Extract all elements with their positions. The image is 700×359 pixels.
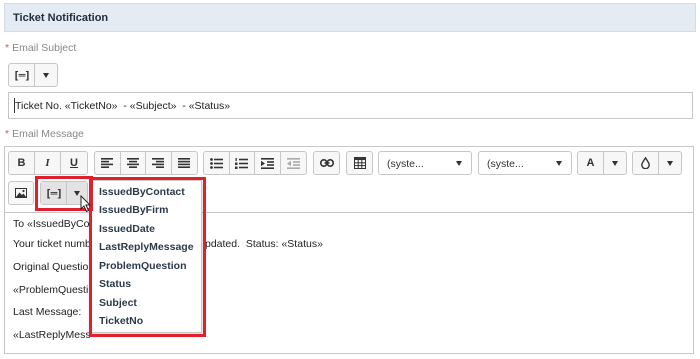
fill-color-group bbox=[632, 151, 682, 175]
align-left-icon bbox=[101, 158, 114, 168]
subject-insert-field-button[interactable]: [═] bbox=[9, 64, 35, 86]
font-family-select[interactable]: (syste... bbox=[378, 151, 472, 175]
mouse-pointer-icon bbox=[80, 195, 92, 213]
email-message-label: * Email Message bbox=[5, 128, 84, 140]
section-header: Ticket Notification bbox=[4, 3, 696, 32]
email-subject-label-text: Email Subject bbox=[12, 42, 77, 54]
editor-line: Last Message: bbox=[13, 306, 82, 318]
section-title: Ticket Notification bbox=[13, 12, 109, 24]
font-family-value: (syste... bbox=[387, 158, 424, 170]
link-group bbox=[313, 151, 340, 175]
chevron-down-icon bbox=[612, 160, 618, 166]
chevron-down-icon bbox=[556, 161, 562, 166]
editor-line: Original Questio bbox=[13, 261, 89, 273]
align-left-button[interactable] bbox=[95, 152, 121, 174]
insert-image-button[interactable] bbox=[9, 182, 33, 204]
insert-link-button[interactable] bbox=[314, 152, 339, 174]
required-marker: * bbox=[5, 42, 10, 54]
editor-line: To «IssuedByCo bbox=[13, 218, 90, 230]
font-color-group: A bbox=[577, 151, 627, 175]
align-justify-button[interactable] bbox=[172, 152, 197, 174]
italic-button[interactable]: I bbox=[35, 152, 61, 174]
indent-button[interactable] bbox=[255, 152, 281, 174]
align-right-icon bbox=[152, 158, 165, 168]
subject-insert-field-group: [═] bbox=[8, 63, 58, 87]
insert-table-button[interactable] bbox=[347, 152, 372, 174]
font-color-button[interactable]: A bbox=[578, 152, 604, 174]
numbered-list-icon bbox=[235, 157, 249, 169]
table-icon bbox=[353, 157, 366, 169]
align-justify-icon bbox=[178, 158, 191, 168]
font-color-dropdown[interactable] bbox=[604, 152, 626, 174]
align-center-icon bbox=[126, 158, 139, 168]
chevron-down-icon bbox=[456, 161, 462, 166]
fill-color-button[interactable] bbox=[633, 152, 659, 174]
email-subject-label: * Email Subject bbox=[5, 42, 76, 54]
align-right-button[interactable] bbox=[146, 152, 172, 174]
mouse-pointer bbox=[80, 195, 92, 213]
align-center-button[interactable] bbox=[121, 152, 146, 174]
image-group bbox=[8, 181, 34, 205]
insert-field-icon: [═] bbox=[13, 68, 31, 82]
merge-field-list-highlight bbox=[89, 177, 206, 337]
email-subject-input[interactable]: Ticket No. «TicketNo» - «Subject» - «Sta… bbox=[8, 92, 693, 119]
image-icon bbox=[15, 188, 27, 198]
chevron-down-icon bbox=[43, 72, 49, 78]
table-group bbox=[346, 151, 373, 175]
link-icon bbox=[319, 159, 334, 167]
numbered-list-button[interactable] bbox=[230, 152, 255, 174]
alignment-group bbox=[94, 151, 198, 175]
outdent-button[interactable] bbox=[281, 152, 306, 174]
font-size-select[interactable]: (syste... bbox=[478, 151, 572, 175]
underline-button[interactable]: U bbox=[61, 152, 87, 174]
email-subject-value: Ticket No. «TicketNo» - «Subject» - «Sta… bbox=[15, 100, 231, 112]
email-message-label-text: Email Message bbox=[12, 128, 84, 140]
chevron-down-icon bbox=[667, 160, 673, 166]
bullet-list-icon bbox=[209, 157, 223, 169]
fill-color-icon bbox=[641, 157, 650, 169]
fill-color-dropdown[interactable] bbox=[659, 152, 681, 174]
list-group bbox=[203, 151, 307, 175]
editor-line: «ProblemQuesti bbox=[13, 284, 89, 296]
outdent-icon bbox=[286, 157, 300, 169]
bold-button[interactable]: B bbox=[9, 152, 35, 174]
bullet-list-button[interactable] bbox=[204, 152, 230, 174]
text-style-group: B I U bbox=[8, 151, 88, 175]
font-size-value: (syste... bbox=[487, 158, 524, 170]
editor-line: Your ticket numb bbox=[13, 238, 91, 250]
editor-line: «LastReplyMess bbox=[13, 329, 91, 341]
required-marker: * bbox=[5, 128, 10, 140]
editor-line: pdated. Status: «Status» bbox=[205, 238, 323, 250]
indent-icon bbox=[260, 157, 274, 169]
subject-insert-field-dropdown[interactable] bbox=[35, 64, 57, 86]
